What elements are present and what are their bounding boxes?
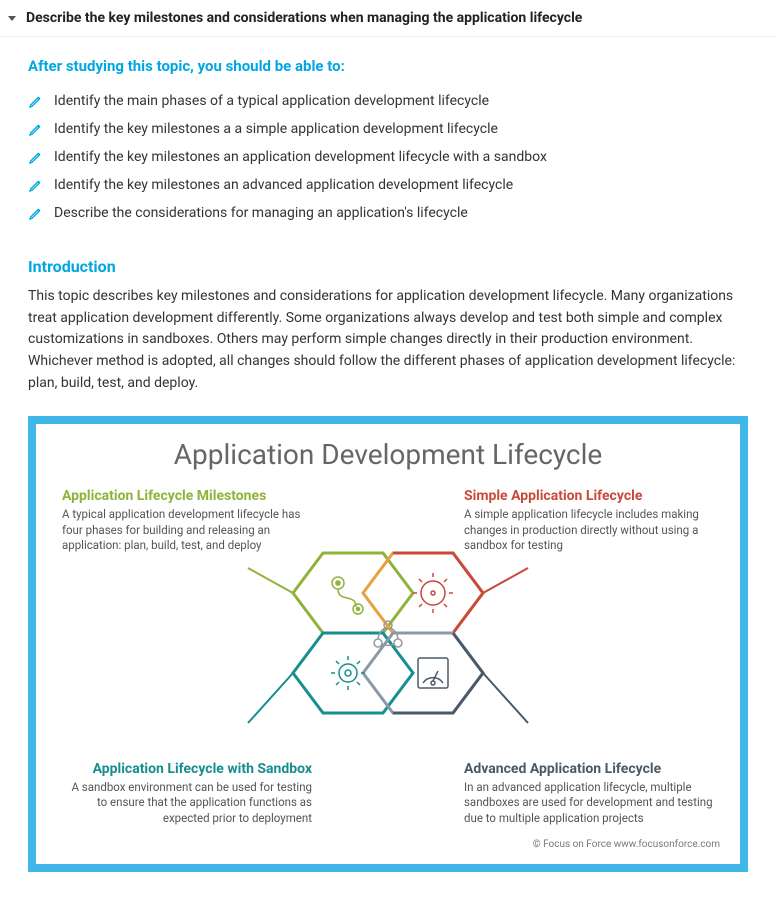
intro-paragraph: This topic describes key milestones and … [28,286,748,394]
objectives-list: Identify the main phases of a typical ap… [28,93,748,221]
route-icon [332,577,363,614]
objective-text: Identify the main phases of a typical ap… [54,93,489,109]
pencil-icon [28,177,44,193]
page-title: Describe the key milestones and consider… [26,10,582,26]
list-item: Identify the key milestones a a simple a… [28,121,748,137]
hexagon-cluster-icon [238,523,538,783]
diagram-title: Application Development Lifecycle [46,438,730,471]
objective-text: Identify the key milestones a a simple a… [54,121,498,137]
compass-icon [413,573,453,613]
quad-top-left: Application Lifecycle Milestones A typic… [62,488,312,554]
quad-title: Application Lifecycle with Sandbox [62,761,312,777]
content-area: After studying this topic, you should be… [0,37,776,900]
gear-icon [331,656,365,690]
gauge-icon [418,658,448,688]
caret-down-icon [8,16,16,21]
objective-text: Identify the key milestones an advanced … [54,177,513,193]
quad-body: A sandbox environment can be used for te… [62,780,312,827]
quad-body: In an advanced application lifecycle, mu… [464,780,714,827]
objective-text: Describe the considerations for managing… [54,205,468,221]
list-item: Identify the main phases of a typical ap… [28,93,748,109]
quad-body: A typical application development lifecy… [62,507,312,554]
copyright-text: © Focus on Force www.focusonforce.com [533,839,720,850]
quad-title: Advanced Application Lifecycle [464,761,714,777]
diagram-frame: Application Development Lifecycle [28,416,748,872]
pencil-icon [28,205,44,221]
objective-text: Identify the key milestones an applicati… [54,149,547,165]
pencil-icon [28,149,44,165]
pencil-icon [28,93,44,109]
quad-body: A simple application lifecycle includes … [464,507,714,554]
list-item: Describe the considerations for managing… [28,205,748,221]
quad-bottom-left: Application Lifecycle with Sandbox A san… [62,761,312,827]
objectives-heading: After studying this topic, you should be… [28,57,748,75]
list-item: Identify the key milestones an applicati… [28,149,748,165]
list-item: Identify the key milestones an advanced … [28,177,748,193]
quad-top-right: Simple Application Lifecycle A simple ap… [464,488,714,554]
quad-title: Application Lifecycle Milestones [62,488,312,504]
accordion-header[interactable]: Describe the key milestones and consider… [0,0,776,37]
intro-heading: Introduction [28,257,748,276]
pencil-icon [28,121,44,137]
diagram: Application Development Lifecycle [46,434,730,854]
quad-bottom-right: Advanced Application Lifecycle In an adv… [464,761,714,827]
quad-title: Simple Application Lifecycle [464,488,714,504]
